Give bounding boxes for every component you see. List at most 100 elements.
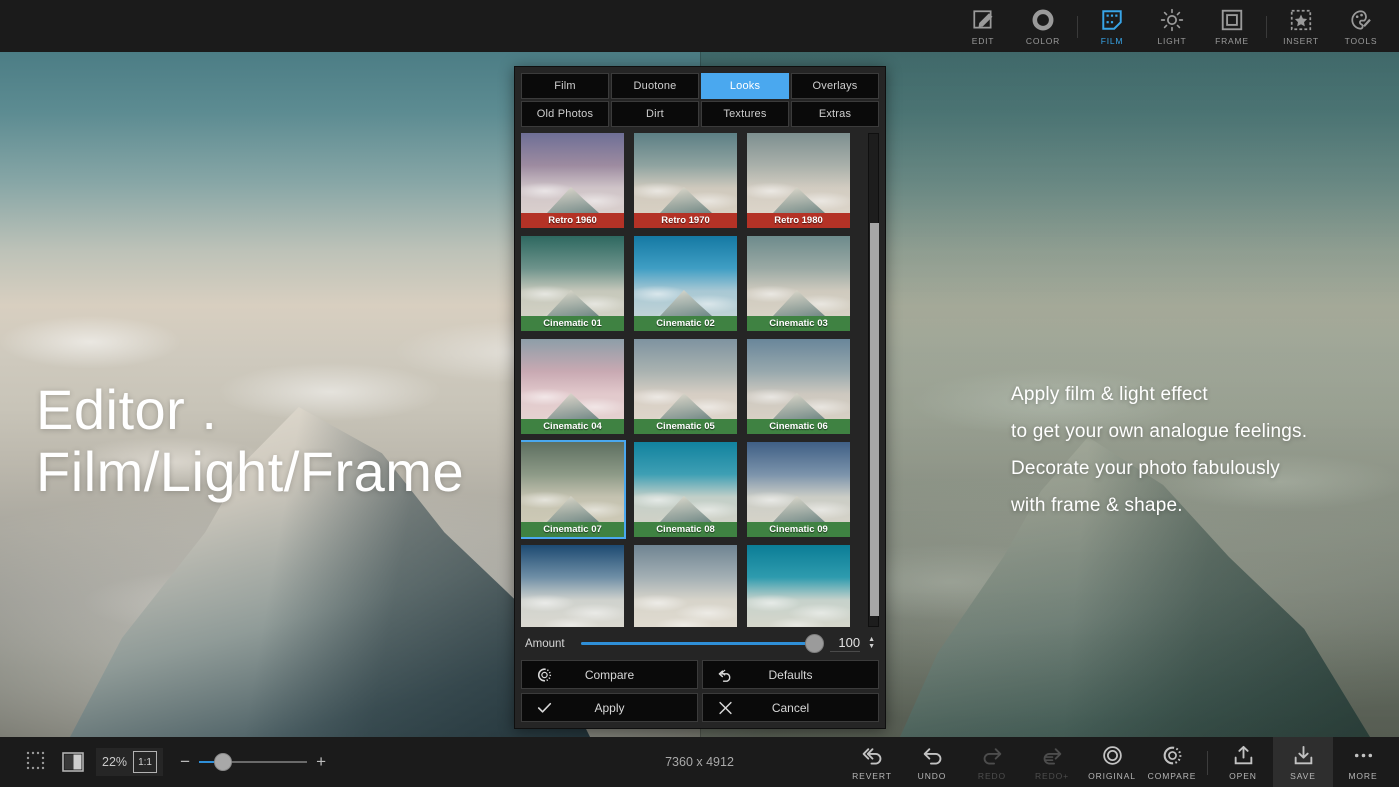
zoom-in-button[interactable]: + (315, 752, 327, 772)
fit-to-screen-dots-icon[interactable] (24, 749, 50, 775)
preset-thumbnail[interactable]: Retro 1960 (521, 133, 624, 228)
revert-double-arrow-icon (861, 744, 884, 768)
preset-thumbnail[interactable]: Cinematic 02 (634, 236, 737, 331)
edit-pencil-square-icon (971, 7, 995, 33)
preset-thumbnail[interactable]: Cinematic 09 (747, 442, 850, 537)
film-looks-panel: FilmDuotoneLooksOverlaysOld PhotosDirtTe… (514, 66, 886, 729)
zoom-out-button[interactable]: − (179, 752, 191, 772)
top-toolbar-item-frame[interactable]: FRAME (1202, 0, 1262, 52)
zoom-slider-track[interactable] (199, 761, 307, 763)
cancel-button-label: Cancel (772, 701, 809, 715)
zoom-level-box: 22% 1:1 (96, 748, 163, 776)
panel-tab-old-photos[interactable]: Old Photos (521, 101, 609, 127)
top-toolbar-item-label: LIGHT (1157, 36, 1186, 46)
preset-thumbnail[interactable] (634, 545, 737, 627)
top-toolbar-item-edit[interactable]: EDIT (953, 0, 1013, 52)
compare-button[interactable]: Compare (521, 660, 698, 689)
top-toolbar-item-label: TOOLS (1345, 36, 1378, 46)
preset-thumbnail[interactable]: Cinematic 08 (634, 442, 737, 537)
amount-label: Amount (525, 638, 573, 650)
panel-tab-film[interactable]: Film (521, 73, 609, 99)
amount-stepper-down-icon[interactable]: ▼ (868, 644, 875, 650)
preset-thumbnail-label: Cinematic 04 (521, 419, 624, 434)
insert-star-icon (1289, 7, 1313, 33)
film-strip-icon (1100, 7, 1124, 33)
bottom-toolbar-item-compare[interactable]: COMPARE (1142, 737, 1202, 787)
panel-tab-looks[interactable]: Looks (701, 73, 789, 99)
bottom-toolbar-item-redoplus: REDO+ (1022, 737, 1082, 787)
redo-arrow-icon (981, 744, 1004, 768)
panel-tab-overlays[interactable]: Overlays (791, 73, 879, 99)
preset-thumbnail-label: Cinematic 02 (634, 316, 737, 331)
amount-stepper[interactable]: ▲ ▼ (868, 637, 875, 650)
preset-thumbnail[interactable] (521, 545, 624, 627)
panel-tab-dirt[interactable]: Dirt (611, 101, 699, 127)
redo-plus-arrow-icon (1041, 744, 1064, 768)
zoom-slider: − + (179, 752, 327, 772)
bottom-toolbar-item-open[interactable]: OPEN (1213, 737, 1273, 787)
top-toolbar-item-label: EDIT (972, 36, 995, 46)
defaults-button[interactable]: Defaults (702, 660, 879, 689)
preset-thumbnail[interactable]: Cinematic 04 (521, 339, 624, 434)
preset-thumbnail[interactable]: Retro 1970 (634, 133, 737, 228)
top-toolbar-item-label: COLOR (1026, 36, 1060, 46)
panel-tab-extras[interactable]: Extras (791, 101, 879, 127)
bottom-toolbar-item-revert[interactable]: REVERT (842, 737, 902, 787)
amount-slider-track[interactable] (581, 642, 822, 645)
bottom-toolbar-item-more[interactable]: MORE (1333, 737, 1393, 787)
preset-thumbnail[interactable]: Cinematic 03 (747, 236, 850, 331)
original-target-icon (1101, 744, 1124, 768)
save-download-icon (1292, 744, 1315, 768)
top-toolbar-item-film[interactable]: FILM (1082, 0, 1142, 52)
panel-tab-duotone[interactable]: Duotone (611, 73, 699, 99)
bottom-toolbar-item-label: UNDO (918, 771, 947, 781)
top-toolbar-item-label: INSERT (1283, 36, 1319, 46)
panel-action-buttons: Compare DefaultsApply Cancel (515, 658, 885, 728)
bottom-toolbar-item-label: COMPARE (1148, 771, 1197, 781)
preset-thumbnail[interactable] (747, 545, 850, 627)
tools-palette-icon (1349, 7, 1373, 33)
preset-thumbnail[interactable]: Retro 1980 (747, 133, 850, 228)
preset-grid-scrollbar-thumb[interactable] (870, 223, 879, 617)
top-toolbar-item-insert[interactable]: INSERT (1271, 0, 1331, 52)
checkmark-icon (536, 699, 553, 716)
cancel-button[interactable]: Cancel (702, 693, 879, 722)
top-toolbar-item-color[interactable]: COLOR (1013, 0, 1073, 52)
background-toggle-icon[interactable] (60, 750, 86, 774)
bottom-toolbar-item-undo[interactable]: UNDO (902, 737, 962, 787)
bottom-toolbar-item-label: REVERT (852, 771, 892, 781)
color-circle-icon (1031, 7, 1055, 33)
canvas-description-line: Decorate your photo fabulously (1011, 450, 1307, 487)
zoom-slider-knob[interactable] (214, 753, 232, 771)
preset-thumbnail-label: Cinematic 05 (634, 419, 737, 434)
bottom-toolbar-item-save[interactable]: SAVE (1273, 737, 1333, 787)
bottom-toolbar-item-original[interactable]: ORIGINAL (1082, 737, 1142, 787)
zoom-one-to-one-button[interactable]: 1:1 (133, 751, 157, 773)
open-upload-icon (1232, 744, 1255, 768)
preset-thumbnail[interactable]: Cinematic 05 (634, 339, 737, 434)
preset-thumbnail[interactable]: Cinematic 06 (747, 339, 850, 434)
bottom-toolbar-right: REVERT UNDO REDO REDO+ ORIGINAL COMPARE … (842, 737, 1399, 787)
bottom-toolbar-item-label: OPEN (1229, 771, 1257, 781)
panel-tab-textures[interactable]: Textures (701, 101, 789, 127)
preset-thumbnail-image (634, 545, 737, 627)
top-toolbar-item-tools[interactable]: TOOLS (1331, 0, 1391, 52)
panel-tab-row: Old PhotosDirtTexturesExtras (521, 101, 879, 127)
preset-grid-scrollbar[interactable] (868, 133, 879, 627)
bottom-toolbar-item-label: MORE (1348, 771, 1377, 781)
preset-thumbnail-label: Cinematic 08 (634, 522, 737, 537)
bottom-toolbar-item-redo: REDO (962, 737, 1022, 787)
bottom-toolbar-item-label: REDO (978, 771, 1006, 781)
preset-thumbnail[interactable]: Cinematic 01 (521, 236, 624, 331)
top-toolbar-item-light[interactable]: LIGHT (1142, 0, 1202, 52)
photo-editor-window: EDITCOLOR FILM LIGHT FRAME INSERT TOOLS … (0, 0, 1399, 787)
zoom-percent-label: 22% (102, 755, 127, 769)
more-dots-icon (1352, 744, 1375, 768)
canvas-hero-title: Editor . Film/Light/Frame (36, 379, 464, 503)
bottom-toolbar-separator (1207, 751, 1208, 775)
amount-value[interactable]: 100 (830, 635, 860, 652)
compare-button-label: Compare (585, 668, 634, 682)
amount-slider-knob[interactable] (805, 634, 824, 653)
preset-thumbnail[interactable]: Cinematic 07 (521, 442, 624, 537)
apply-button[interactable]: Apply (521, 693, 698, 722)
